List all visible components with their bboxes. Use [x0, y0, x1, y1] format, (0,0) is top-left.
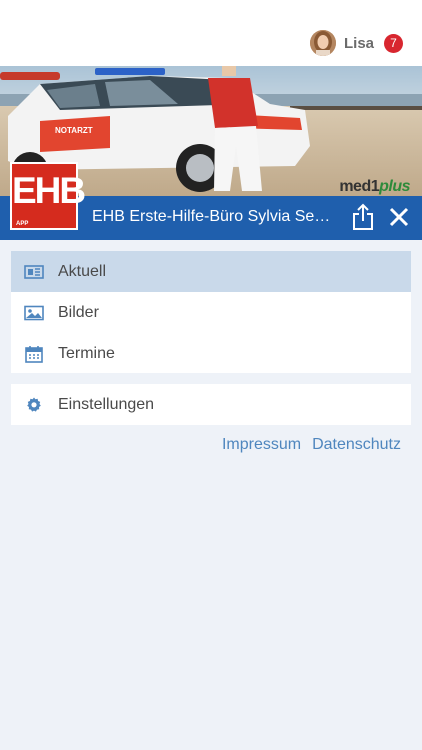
menu-item-aktuell[interactable]: Aktuell [11, 251, 411, 292]
newspaper-icon [23, 261, 45, 283]
main-menu: Aktuell Bilder Termine [11, 251, 411, 373]
footer-links: Impressum Datenschutz [222, 436, 401, 454]
app-logo-subtext: APP [16, 221, 29, 227]
settings-menu: Einstellungen [11, 384, 411, 425]
datenschutz-link[interactable]: Datenschutz [312, 436, 401, 454]
calendar-icon [23, 343, 45, 365]
menu-label-bilder: Bilder [58, 303, 99, 321]
avatar[interactable] [309, 30, 336, 56]
app-logo-text: EHB [12, 170, 86, 211]
share-button[interactable] [350, 202, 376, 232]
menu-item-termine[interactable]: Termine [11, 333, 411, 374]
gear-icon [23, 394, 45, 416]
share-icon [353, 203, 373, 230]
page-title: EHB Erste-Hilfe-Büro Sylvia Sebastian [92, 208, 332, 225]
vehicle-label: NOTARZT [55, 126, 93, 135]
partner-logo: med1plus [339, 178, 410, 195]
impressum-link[interactable]: Impressum [222, 436, 301, 454]
menu-label-termine: Termine [58, 344, 115, 362]
close-button[interactable] [387, 204, 411, 230]
menu-item-bilder[interactable]: Bilder [11, 292, 411, 333]
user-profile[interactable]: Lisa 7 [309, 30, 403, 56]
app-logo: EHB APP [10, 162, 86, 230]
menu-label-aktuell: Aktuell [58, 262, 107, 280]
menu-label-einstellungen: Einstellungen [58, 395, 155, 413]
menu-item-einstellungen[interactable]: Einstellungen [11, 384, 411, 425]
close-icon [389, 207, 409, 227]
image-icon [23, 302, 45, 324]
notification-badge[interactable]: 7 [384, 33, 403, 53]
user-bar: Lisa 7 [0, 0, 422, 66]
username: Lisa [343, 34, 374, 52]
